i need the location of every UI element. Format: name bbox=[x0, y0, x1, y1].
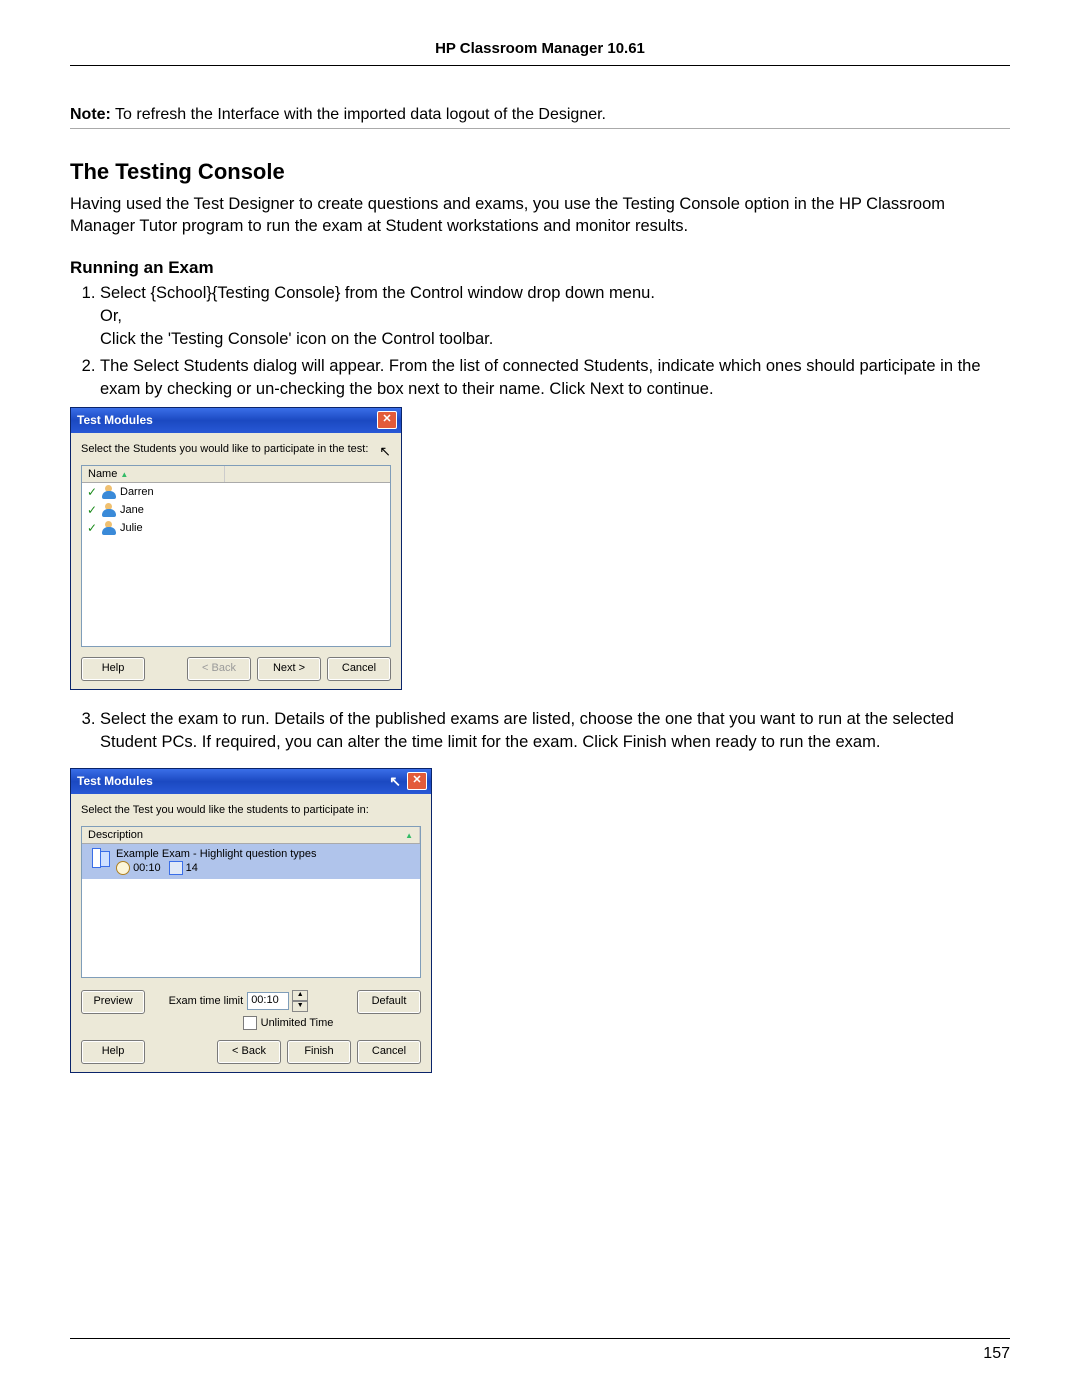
cursor-icon: ↖ bbox=[389, 773, 401, 790]
name-column-header[interactable]: Name ▲ bbox=[82, 466, 225, 482]
exam-title: Example Exam - Highlight question types bbox=[116, 848, 317, 860]
spinner-up-icon[interactable]: ▲ bbox=[292, 990, 308, 1001]
close-icon[interactable]: ✕ bbox=[407, 772, 427, 790]
dialog1-title: Test Modules bbox=[77, 413, 153, 427]
step-2: The Select Students dialog will appear. … bbox=[100, 355, 1010, 401]
cancel-button[interactable]: Cancel bbox=[357, 1040, 421, 1064]
back-button: < Back bbox=[187, 657, 251, 681]
dialog2-titlebar[interactable]: Test Modules ↖ ✕ bbox=[71, 769, 431, 794]
dialog1-button-row: Help < Back Next > Cancel bbox=[81, 657, 391, 681]
default-button[interactable]: Default bbox=[357, 990, 421, 1014]
check-icon[interactable]: ✓ bbox=[86, 504, 98, 516]
unlimited-time-row[interactable]: Unlimited Time bbox=[243, 1016, 334, 1030]
cursor-icon: ↖ bbox=[379, 443, 391, 460]
time-limit-input[interactable]: 00:10 bbox=[247, 992, 289, 1010]
dialog2-title: Test Modules bbox=[77, 774, 153, 788]
time-limit-label: Exam time limit bbox=[169, 995, 244, 1007]
select-students-dialog: Test Modules ✕ Select the Students you w… bbox=[70, 407, 402, 690]
preview-button[interactable]: Preview bbox=[81, 990, 145, 1014]
person-icon bbox=[102, 503, 116, 517]
student-name: Darren bbox=[120, 486, 154, 498]
dialog2-row-1: Preview Exam time limit 00:10 ▲ ▼ Unlimi… bbox=[81, 990, 421, 1030]
sort-ascending-icon: ▲ bbox=[120, 470, 128, 479]
student-row[interactable]: ✓ Julie bbox=[82, 519, 390, 537]
description-column-header[interactable]: Description ▲ bbox=[82, 827, 420, 843]
dialog1-body: Select the Students you would like to pa… bbox=[71, 433, 401, 689]
help-button[interactable]: Help bbox=[81, 657, 145, 681]
step-1: Select {School}{Testing Console} from th… bbox=[100, 282, 1010, 351]
dialog1-titlebar[interactable]: Test Modules ✕ bbox=[71, 408, 401, 433]
clock-icon bbox=[116, 861, 130, 875]
tests-list-header: Description ▲ bbox=[82, 827, 420, 844]
dialog2-row-2: Help < Back Finish Cancel bbox=[81, 1040, 421, 1064]
note-label: Note: bbox=[70, 106, 111, 123]
cancel-button[interactable]: Cancel bbox=[327, 657, 391, 681]
select-test-dialog: Test Modules ↖ ✕ Select the Test you wou… bbox=[70, 768, 432, 1073]
unlimited-checkbox[interactable] bbox=[243, 1016, 257, 1030]
person-icon bbox=[102, 521, 116, 535]
check-icon[interactable]: ✓ bbox=[86, 486, 98, 498]
question-count-icon bbox=[169, 861, 183, 875]
spinner-down-icon[interactable]: ▼ bbox=[292, 1001, 308, 1012]
description-header-label: Description bbox=[88, 829, 143, 841]
student-name: Julie bbox=[120, 522, 143, 534]
help-button[interactable]: Help bbox=[81, 1040, 145, 1064]
name-header-label: Name bbox=[88, 468, 117, 480]
section-intro: Having used the Test Designer to create … bbox=[70, 193, 1010, 238]
person-icon bbox=[102, 485, 116, 499]
page-number: 157 bbox=[983, 1345, 1010, 1363]
close-icon[interactable]: ✕ bbox=[377, 411, 397, 429]
exam-time: 00:10 bbox=[133, 862, 161, 874]
step-1-or: Or, bbox=[100, 305, 1010, 328]
next-button[interactable]: Next > bbox=[257, 657, 321, 681]
unlimited-label: Unlimited Time bbox=[261, 1017, 334, 1029]
check-icon[interactable]: ✓ bbox=[86, 522, 98, 534]
sort-ascending-icon: ▲ bbox=[405, 831, 413, 840]
student-row[interactable]: ✓ Darren bbox=[82, 483, 390, 501]
students-list-header: Name ▲ bbox=[82, 466, 390, 483]
time-limit-spinner[interactable]: ▲ ▼ bbox=[292, 990, 308, 1012]
steps-list-cont: Select the exam to run. Details of the p… bbox=[70, 708, 1010, 754]
step-1-alt: Click the 'Testing Console' icon on the … bbox=[100, 328, 1010, 351]
back-button[interactable]: < Back bbox=[217, 1040, 281, 1064]
step-3: Select the exam to run. Details of the p… bbox=[100, 708, 1010, 754]
note-text: To refresh the Interface with the import… bbox=[115, 106, 606, 123]
exam-icon bbox=[90, 848, 110, 868]
footer-rule bbox=[70, 1338, 1010, 1339]
finish-button[interactable]: Finish bbox=[287, 1040, 351, 1064]
student-name: Jane bbox=[120, 504, 144, 516]
exam-row[interactable]: Example Exam - Highlight question types … bbox=[82, 844, 420, 879]
student-row[interactable]: ✓ Jane bbox=[82, 501, 390, 519]
steps-list: Select {School}{Testing Console} from th… bbox=[70, 282, 1010, 401]
dialog2-instruction: Select the Test you would like the stude… bbox=[81, 804, 421, 816]
tests-listbox[interactable]: Description ▲ Example Exam - Highlight q… bbox=[81, 826, 421, 978]
subsection-heading: Running an Exam bbox=[70, 258, 1010, 278]
page-header-title: HP Classroom Manager 10.61 bbox=[70, 40, 1010, 66]
step-1-text: Select {School}{Testing Console} from th… bbox=[100, 284, 655, 302]
exam-question-count: 14 bbox=[186, 862, 198, 874]
dialog2-body: Select the Test you would like the stude… bbox=[71, 794, 431, 1072]
dialog1-instruction: Select the Students you would like to pa… bbox=[81, 443, 368, 455]
note-row: Note: To refresh the Interface with the … bbox=[70, 106, 1010, 129]
section-heading: The Testing Console bbox=[70, 159, 1010, 185]
document-page: HP Classroom Manager 10.61 Note: To refr… bbox=[0, 0, 1080, 1397]
students-listbox[interactable]: Name ▲ ✓ Darren ✓ Jane ✓ Julie bbox=[81, 465, 391, 647]
